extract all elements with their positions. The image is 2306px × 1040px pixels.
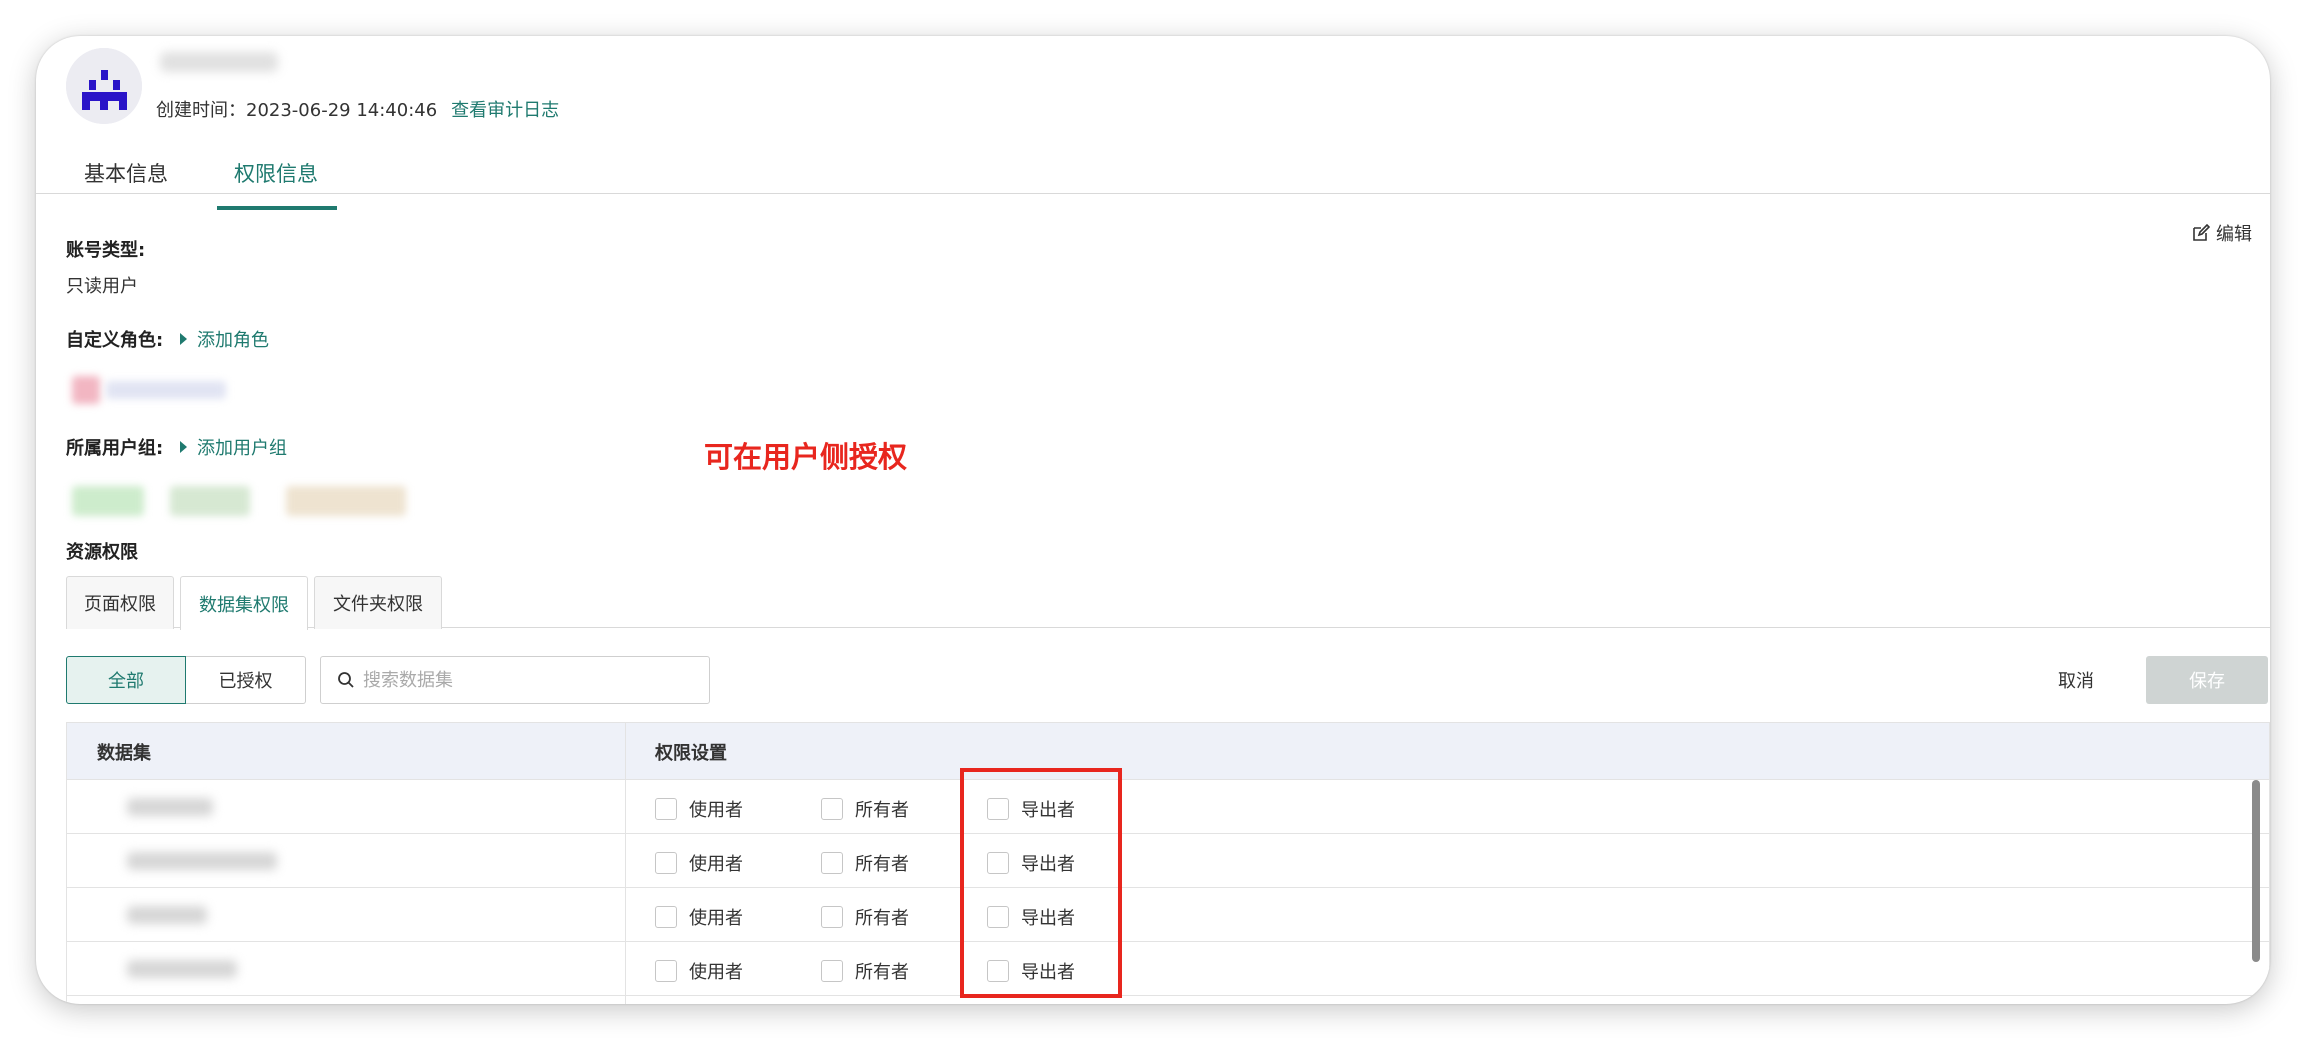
group-chip-3-redacted	[286, 486, 406, 516]
tab-folder-permission[interactable]: 文件夹权限	[314, 576, 442, 629]
dataset-name-redacted	[127, 906, 207, 924]
audit-log-link[interactable]: 查看审计日志	[451, 100, 559, 121]
checkbox[interactable]	[655, 960, 677, 982]
dataset-name-redacted	[127, 852, 277, 870]
perm-user-label: 使用者	[689, 854, 743, 875]
perm-user-option[interactable]: 使用者	[655, 958, 743, 984]
table-row: 使用者 所有者 导出者	[67, 942, 2269, 996]
perm-user-label: 使用者	[689, 800, 743, 821]
app-window: 创建时间：2023-06-29 14:40:46 查看审计日志 基本信息 权限信息…	[36, 36, 2270, 1004]
filter-all-button[interactable]: 全部	[66, 656, 186, 704]
table-row: 使用者 所有者 导出者	[67, 834, 2269, 888]
role-chip-icon-redacted	[72, 376, 100, 404]
perm-user-option[interactable]: 使用者	[655, 796, 743, 822]
custom-role-label: 自定义角色:	[66, 330, 164, 351]
tab-permission-info[interactable]: 权限信息	[234, 158, 318, 188]
table-header: 数据集 权限设置	[67, 723, 2269, 780]
table-scrollbar[interactable]	[2252, 780, 2260, 962]
tab-page-permission[interactable]: 页面权限	[66, 576, 174, 629]
perm-owner-label: 所有者	[855, 908, 909, 929]
dataset-name-redacted	[127, 798, 213, 816]
main-tabs: 基本信息 权限信息	[36, 158, 2270, 194]
dataset-name-redacted	[127, 960, 237, 978]
checkbox[interactable]	[655, 798, 677, 820]
edit-icon	[2193, 224, 2210, 241]
caret-right-icon	[180, 333, 187, 345]
dataset-search[interactable]	[320, 656, 710, 704]
resource-permission-title: 资源权限	[66, 542, 138, 563]
perm-owner-label: 所有者	[855, 962, 909, 983]
checkbox[interactable]	[821, 960, 843, 982]
created-label: 创建时间：	[156, 100, 246, 121]
account-type-value: 只读用户	[66, 276, 138, 297]
perm-owner-option[interactable]: 所有者	[821, 904, 909, 930]
checkbox[interactable]	[655, 852, 677, 874]
group-chip-2-redacted	[170, 486, 250, 516]
perm-owner-label: 所有者	[855, 800, 909, 821]
column-header-dataset: 数据集	[97, 743, 151, 764]
resource-tabs: 页面权限 数据集权限 文件夹权限	[66, 576, 2270, 630]
table-row: 使用者 所有者 导出者	[67, 780, 2269, 834]
checkbox[interactable]	[821, 906, 843, 928]
perm-user-label: 使用者	[689, 908, 743, 929]
add-role-label: 添加角色	[197, 330, 269, 351]
perm-user-option[interactable]: 使用者	[655, 904, 743, 930]
checkbox[interactable]	[821, 852, 843, 874]
role-chip-redacted	[106, 381, 226, 399]
user-avatar	[66, 48, 142, 124]
add-user-group-label: 添加用户组	[197, 438, 287, 459]
search-icon	[338, 672, 354, 688]
cancel-button[interactable]: 取消	[2036, 656, 2116, 704]
perm-owner-option[interactable]: 所有者	[821, 796, 909, 822]
user-name-redacted	[160, 52, 278, 72]
tab-basic-info[interactable]: 基本信息	[84, 158, 168, 188]
caret-right-icon	[180, 441, 187, 453]
add-role-link[interactable]: 添加角色	[180, 326, 269, 352]
account-type-label: 账号类型:	[66, 240, 146, 261]
dataset-permission-table: 数据集 权限设置 使用者 所有者 导出者 使用者 所有者 导出者 使用者 所有者…	[66, 722, 2270, 1004]
perm-owner-label: 所有者	[855, 854, 909, 875]
created-value: 2023-06-29 14:40:46	[246, 100, 438, 121]
active-tab-indicator	[217, 206, 337, 210]
checkbox[interactable]	[655, 906, 677, 928]
checkbox[interactable]	[821, 798, 843, 820]
perm-user-label: 使用者	[689, 962, 743, 983]
perm-user-option[interactable]: 使用者	[655, 850, 743, 876]
edit-label: 编辑	[2216, 224, 2252, 245]
group-chip-1-redacted	[72, 486, 144, 516]
save-button[interactable]: 保存	[2146, 656, 2268, 704]
column-header-permission: 权限设置	[655, 743, 727, 764]
search-input[interactable]	[363, 669, 693, 691]
tab-dataset-permission[interactable]: 数据集权限	[180, 576, 308, 630]
edit-button[interactable]: 编辑	[2192, 220, 2252, 246]
perm-owner-option[interactable]: 所有者	[821, 850, 909, 876]
table-row: 使用者 所有者 导出者	[67, 888, 2269, 942]
filter-authorized-button[interactable]: 已授权	[186, 656, 306, 704]
perm-owner-option[interactable]: 所有者	[821, 958, 909, 984]
annotation-text: 可在用户侧授权	[704, 440, 908, 474]
add-user-group-link[interactable]: 添加用户组	[180, 434, 287, 460]
created-time-row: 创建时间：2023-06-29 14:40:46 查看审计日志	[156, 96, 559, 122]
exporter-highlight-box	[960, 768, 1122, 998]
user-group-label: 所属用户组:	[66, 438, 164, 459]
